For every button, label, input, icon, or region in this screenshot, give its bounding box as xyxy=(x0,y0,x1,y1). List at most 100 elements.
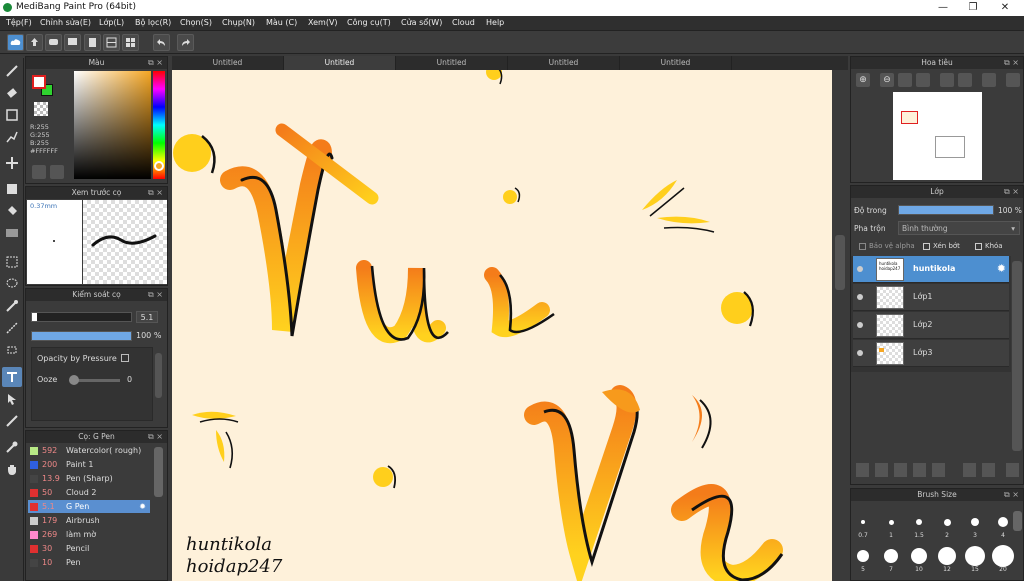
select-eraser-icon[interactable] xyxy=(2,340,22,360)
tab-document[interactable]: Untitled xyxy=(396,56,508,70)
tab-document[interactable]: Untitled xyxy=(620,56,732,70)
panel-menu-icon[interactable]: ⧉ × xyxy=(1004,489,1019,501)
gradient-tool-icon[interactable] xyxy=(2,223,22,243)
eye-icon[interactable] xyxy=(857,322,863,328)
rotate-left-icon[interactable] xyxy=(940,73,954,87)
layer-row[interactable]: Lớp1 xyxy=(853,284,1009,311)
fill-rect-tool-icon[interactable] xyxy=(2,179,22,199)
clipping-checkbox[interactable] xyxy=(923,243,930,250)
select-tool-icon[interactable] xyxy=(2,252,22,272)
saturation-value-picker[interactable] xyxy=(74,71,151,179)
panel-menu-icon[interactable]: ⧉ × xyxy=(1004,57,1019,69)
select-pen-icon[interactable] xyxy=(2,318,22,338)
comment-icon[interactable] xyxy=(45,34,62,51)
table-icon[interactable] xyxy=(122,34,139,51)
brush-size-option[interactable] xyxy=(888,519,894,525)
brush-size-grid[interactable]: 0.7 1 1.5 2 3 4 5 7 10 12 15 20 xyxy=(853,502,1014,580)
speech-icon[interactable] xyxy=(64,34,81,51)
panel-menu-icon[interactable]: ⧉ × xyxy=(148,57,163,69)
tab-document-active[interactable]: Untitled xyxy=(284,56,396,70)
menu-color[interactable]: Màu (C) xyxy=(266,18,297,27)
tab-document[interactable]: Untitled xyxy=(172,56,284,70)
layer-row-selected[interactable]: huntikola hoidap247 huntikola ✹ xyxy=(853,256,1009,283)
menu-view[interactable]: Xem(V) xyxy=(308,18,338,27)
brush-size-value[interactable]: 5.1 xyxy=(136,311,158,323)
brush-control-scrollbar[interactable] xyxy=(155,353,162,398)
brush-item-selected[interactable]: 5.1 G Pen ✹ xyxy=(28,500,150,513)
close-button[interactable]: ✕ xyxy=(990,0,1020,16)
brush-size-option[interactable] xyxy=(992,545,1014,567)
dot-tool-icon[interactable] xyxy=(2,127,22,147)
menu-help[interactable]: Help xyxy=(486,18,504,27)
opacity-pressure-checkbox[interactable] xyxy=(121,354,129,362)
brush-list-scrollbar[interactable] xyxy=(154,447,163,497)
canvas-scroll-thumb[interactable] xyxy=(835,235,845,290)
new-layer-icon[interactable] xyxy=(856,463,869,477)
upload-icon[interactable] xyxy=(26,34,43,51)
panel-menu-icon[interactable]: ⧉ × xyxy=(1004,186,1019,198)
layer-row[interactable]: Lớp2 xyxy=(853,312,1009,339)
trash-icon[interactable] xyxy=(1006,463,1019,477)
eyedropper-tool-icon[interactable] xyxy=(2,437,22,457)
minimize-button[interactable]: — xyxy=(928,0,958,16)
canvas-vertical-scrollbar[interactable] xyxy=(832,70,848,581)
navigator-preview[interactable] xyxy=(893,92,982,180)
new-halftone-layer-icon[interactable] xyxy=(875,463,888,477)
divide-tool-icon[interactable] xyxy=(2,411,22,431)
move-tool-icon[interactable] xyxy=(2,153,22,173)
brush-item[interactable]: 10 Pen xyxy=(28,556,150,569)
menu-edit[interactable]: Chỉnh sửa(E) xyxy=(40,18,91,27)
magic-wand-icon[interactable] xyxy=(2,296,22,316)
panel-menu-icon[interactable]: ⧉ × xyxy=(148,187,163,199)
panel-menu-icon[interactable]: ⧉ × xyxy=(148,289,163,301)
text-tool-icon[interactable] xyxy=(2,367,22,387)
menu-file[interactable]: Tệp(F) xyxy=(6,18,32,27)
flip-icon[interactable] xyxy=(958,73,972,87)
primary-color-swatch[interactable] xyxy=(32,75,46,89)
gear-icon[interactable]: ✹ xyxy=(997,262,1006,275)
transparent-swatch[interactable] xyxy=(34,102,48,116)
color-settings-icon[interactable] xyxy=(50,165,64,179)
brush-size-option[interactable] xyxy=(884,549,898,563)
menu-snap[interactable]: Chụp(N) xyxy=(222,18,255,27)
navigator-viewport[interactable] xyxy=(901,111,918,124)
menu-select[interactable]: Chọn(S) xyxy=(180,18,212,27)
brush-item[interactable]: 50 Cloud 2 xyxy=(28,486,150,499)
brush-size-option[interactable] xyxy=(943,518,951,526)
tab-document[interactable]: Untitled xyxy=(508,56,620,70)
fit-icon[interactable] xyxy=(898,73,912,87)
menu-tools[interactable]: Công cụ(T) xyxy=(347,18,391,27)
merge-layer-icon[interactable] xyxy=(982,463,995,477)
eraser-tool-icon[interactable] xyxy=(2,83,22,103)
brush-size-option[interactable] xyxy=(965,546,985,566)
document-icon[interactable] xyxy=(84,34,101,51)
rotate-right-icon[interactable] xyxy=(982,73,996,87)
gear-icon[interactable]: ✹ xyxy=(139,500,146,513)
layer-folder-icon[interactable] xyxy=(932,463,945,477)
hand-tool-icon[interactable] xyxy=(2,459,22,479)
brush-tool-icon[interactable] xyxy=(2,61,22,81)
panel-menu-icon[interactable]: ⧉ × xyxy=(148,431,163,443)
brush-item[interactable]: 200 Paint 1 xyxy=(28,458,150,471)
new-8bit-layer-icon[interactable] xyxy=(894,463,907,477)
brush-size-option[interactable] xyxy=(998,517,1008,527)
brush-item[interactable]: 30 Pencil xyxy=(28,542,150,555)
brush-opacity-slider[interactable] xyxy=(31,331,132,341)
zoom-in-icon[interactable]: ⊕ xyxy=(856,73,870,87)
layers-scrollbar[interactable] xyxy=(1012,261,1022,451)
actual-size-icon[interactable] xyxy=(916,73,930,87)
brush-size-scrollbar[interactable] xyxy=(1013,511,1022,531)
brush-item[interactable]: 13.9 Pen (Sharp) xyxy=(28,472,150,485)
redo-icon[interactable] xyxy=(177,34,194,51)
reset-rotate-icon[interactable] xyxy=(1006,73,1020,87)
brush-item[interactable]: 592 Watercolor( rough) xyxy=(28,444,150,457)
cloud-icon[interactable] xyxy=(7,34,24,51)
brush-size-option[interactable] xyxy=(938,547,956,565)
menu-filter[interactable]: Bộ lọc(R) xyxy=(135,18,171,27)
brush-size-option[interactable] xyxy=(857,550,869,562)
brush-size-option[interactable] xyxy=(911,548,927,564)
drawing-canvas[interactable]: huntikola hoidap247 xyxy=(172,70,832,581)
ooze-handle[interactable] xyxy=(69,375,79,385)
brush-item[interactable]: 179 Airbrush xyxy=(28,514,150,527)
grid-icon[interactable] xyxy=(103,34,120,51)
